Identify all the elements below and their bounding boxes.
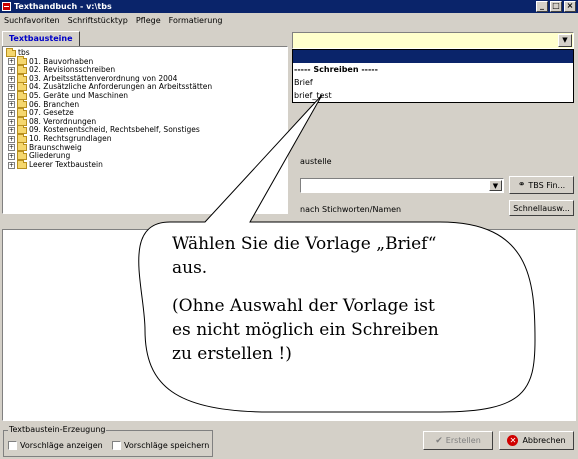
callout-bubble bbox=[138, 94, 536, 413]
application-window: Texthandbuch - v:\tbs _ □ × Suchfavorite… bbox=[0, 0, 578, 459]
callout-text: Wählen Sie die Vorlage „Brief“ aus. (Ohn… bbox=[172, 232, 532, 366]
callout-line: zu erstellen !) bbox=[172, 344, 292, 364]
callout-line: (Ohne Auswahl der Vorlage ist bbox=[172, 296, 435, 316]
callout-line: Wählen Sie die Vorlage „Brief“ bbox=[172, 234, 437, 254]
callout-line: es nicht möglich ein Schreiben bbox=[172, 320, 439, 340]
callout-line: aus. bbox=[172, 258, 208, 278]
